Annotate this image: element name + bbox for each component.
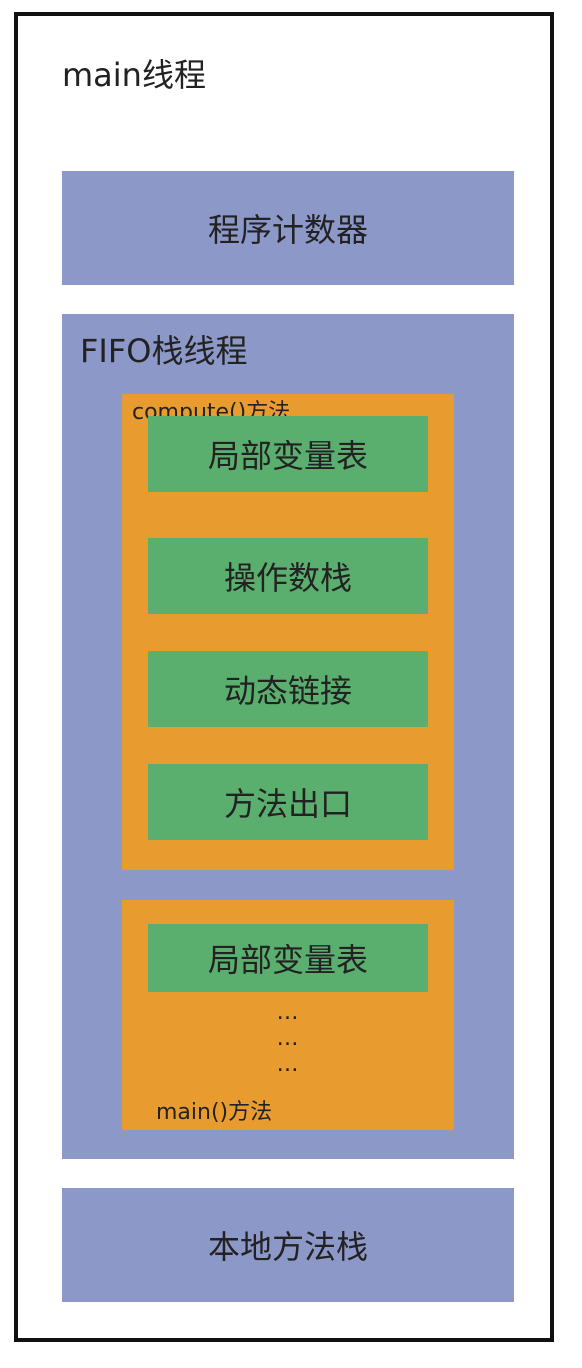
main-method-frame: 局部变量表 … … … main()方法: [122, 900, 454, 1130]
ellipsis-3: …: [276, 1052, 300, 1077]
method-exit: 方法出口: [148, 764, 428, 840]
native-method-stack-label: 本地方法栈: [207, 1228, 368, 1266]
dynamic-linking: 动态链接: [148, 651, 428, 727]
dynamic-linking-label: 动态链接: [223, 672, 352, 710]
main-frame-label: main()方法: [156, 1100, 273, 1125]
fifo-stack-block: FIFO栈线程 compute()方法 局部变量表 操作数栈 动态链接 方法出口…: [62, 314, 514, 1159]
main-thread-frame: main线程 程序计数器 FIFO栈线程 compute()方法 局部变量表 操…: [14, 12, 554, 1342]
main-local-variable-table: 局部变量表: [148, 924, 428, 992]
operand-stack-label: 操作数栈: [223, 559, 352, 597]
ellipsis-2: …: [276, 1026, 300, 1051]
fifo-stack-label: FIFO栈线程: [80, 332, 248, 370]
thread-title: main线程: [62, 56, 206, 94]
ellipsis-1: …: [276, 1000, 300, 1025]
native-method-stack-block: 本地方法栈: [62, 1188, 514, 1302]
operand-stack: 操作数栈: [148, 538, 428, 614]
program-counter-label: 程序计数器: [207, 211, 368, 249]
local-variable-table: 局部变量表: [148, 416, 428, 492]
method-exit-label: 方法出口: [223, 785, 352, 823]
local-variable-table-label: 局部变量表: [207, 437, 368, 475]
compute-method-frame: compute()方法 局部变量表 操作数栈 动态链接 方法出口: [122, 394, 454, 870]
main-local-variable-table-label: 局部变量表: [207, 941, 368, 979]
program-counter-block: 程序计数器: [62, 171, 514, 285]
